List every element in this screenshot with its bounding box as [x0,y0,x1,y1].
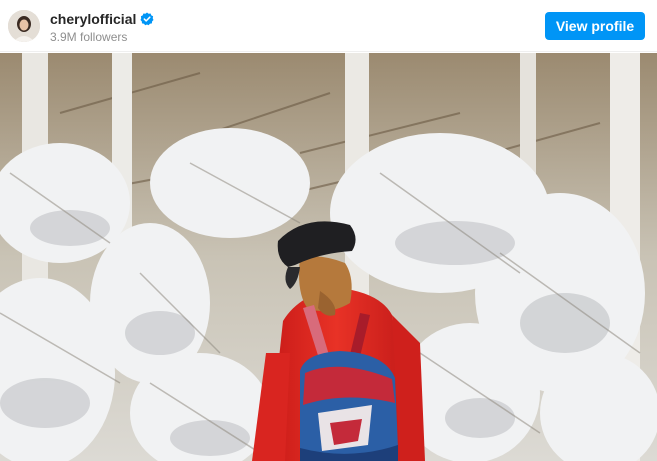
photo-snowy-forest [0,53,657,461]
follower-count: 3.9M followers [50,30,128,44]
post-header: cherylofficial 3.9M followers View profi… [0,0,657,52]
username-row: cherylofficial [50,11,154,27]
view-profile-button[interactable]: View profile [545,12,645,40]
avatar[interactable] [8,10,40,42]
post-photo[interactable] [0,53,657,461]
verified-badge-icon [140,12,154,26]
username[interactable]: cherylofficial [50,11,136,27]
avatar-image [8,10,40,42]
